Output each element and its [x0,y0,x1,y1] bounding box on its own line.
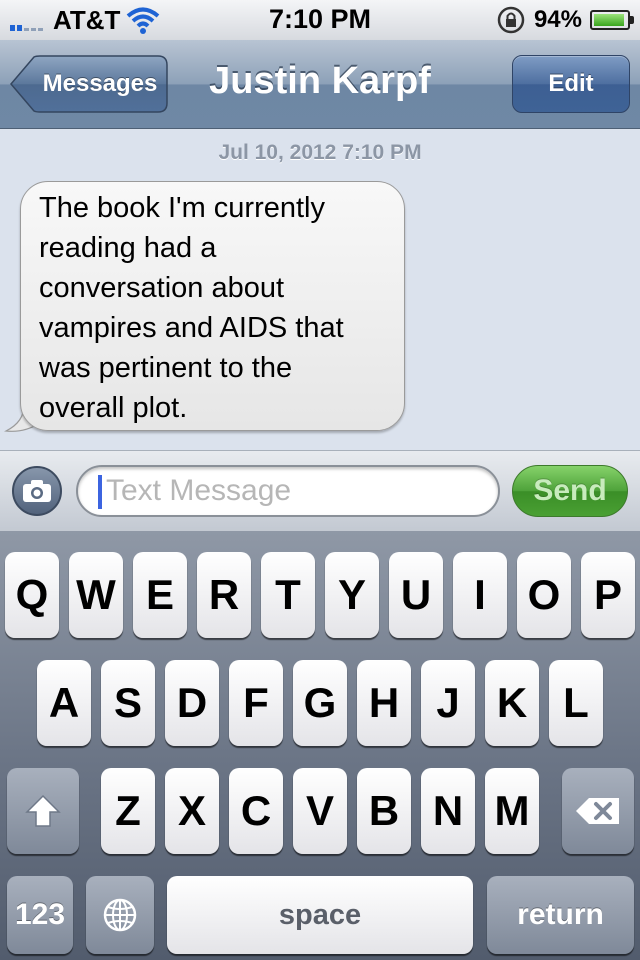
shift-arrow-icon [25,794,61,827]
delete-key[interactable] [562,768,634,854]
edit-button[interactable]: Edit [512,55,630,113]
message-text: The book I'm currently reading had a con… [39,192,344,424]
key-w[interactable]: W [69,552,123,638]
key-u[interactable]: U [389,552,443,638]
key-d[interactable]: D [165,660,219,746]
space-key[interactable]: space [167,876,473,954]
key-o[interactable]: O [517,552,571,638]
key-s[interactable]: S [101,660,155,746]
key-z[interactable]: Z [101,768,155,854]
key-n[interactable]: N [421,768,475,854]
message-input-bar: Send [0,450,640,532]
key-b[interactable]: B [357,768,411,854]
status-right: 94% [496,4,634,36]
key-h[interactable]: H [357,660,411,746]
message-timestamp: Jul 10, 2012 7:10 PM [218,141,422,164]
key-t[interactable]: T [261,552,315,638]
key-r[interactable]: R [197,552,251,638]
battery-percent: 94% [533,6,582,33]
status-bar: AT&T 7:10 PM 94% [0,0,640,41]
key-m[interactable]: M [485,768,539,854]
return-key[interactable]: return [487,876,634,954]
key-q[interactable]: Q [5,552,59,638]
battery-level-fill [594,14,625,26]
send-button[interactable]: Send [512,465,628,517]
camera-icon [23,480,51,502]
backspace-icon [576,798,619,824]
key-g[interactable]: G [293,660,347,746]
globe-icon [103,898,137,932]
battery-icon [590,10,634,30]
key-a[interactable]: A [37,660,91,746]
key-v[interactable]: V [293,768,347,854]
globe-key[interactable] [86,876,154,954]
key-i[interactable]: I [453,552,507,638]
rotation-lock-icon [497,6,525,34]
camera-button[interactable] [12,466,62,516]
key-p[interactable]: P [581,552,635,638]
key-c[interactable]: C [229,768,283,854]
conversation-area[interactable]: Jul 10, 2012 7:10 PM The book I'm curren… [0,129,640,450]
key-f[interactable]: F [229,660,283,746]
numbers-key[interactable]: 123 [7,876,73,954]
key-y[interactable]: Y [325,552,379,638]
navigation-bar: Messages Justin Karpf Edit [0,40,640,129]
received-message-bubble[interactable]: The book I'm currently reading had a con… [20,181,405,431]
text-cursor [98,475,102,509]
key-j[interactable]: J [421,660,475,746]
message-field[interactable] [76,465,500,517]
message-input[interactable] [106,473,486,509]
keyboard: Q W E R T Y U I O P A S D F G H J K L Z … [0,531,640,960]
key-l[interactable]: L [549,660,603,746]
key-k[interactable]: K [485,660,539,746]
key-x[interactable]: X [165,768,219,854]
key-e[interactable]: E [133,552,187,638]
shift-key[interactable] [7,768,79,854]
